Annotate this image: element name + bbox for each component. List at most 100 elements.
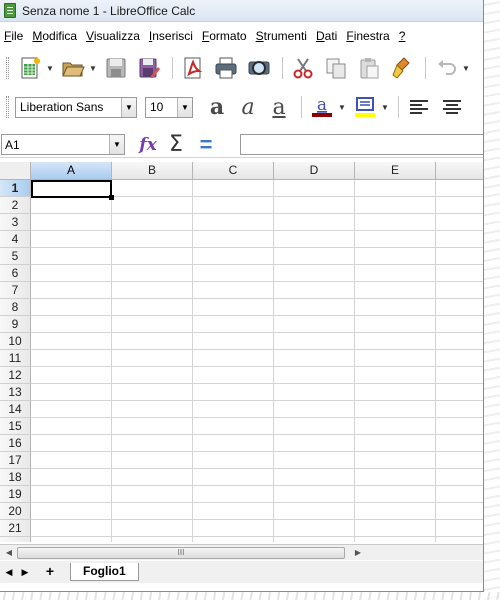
column-header[interactable]: B	[112, 162, 193, 180]
font-color-dropdown-arrow[interactable]: ▼	[338, 103, 346, 112]
horizontal-scrollbar[interactable]: ◀ III ▶	[0, 544, 483, 560]
font-name-value[interactable]: Liberation Sans	[16, 100, 121, 114]
menu-help[interactable]: ?	[399, 29, 406, 43]
copy-icon[interactable]	[321, 54, 351, 82]
toolbar-grip[interactable]	[6, 96, 9, 118]
new-dropdown-arrow[interactable]: ▼	[46, 64, 54, 73]
torn-edge-bottom	[0, 592, 500, 600]
scroll-thumb[interactable]: III	[17, 547, 345, 559]
row-header[interactable]	[0, 537, 31, 542]
row-header[interactable]: 4	[0, 231, 31, 248]
menu-file[interactable]: File	[4, 29, 23, 43]
save-icon[interactable]	[101, 54, 131, 82]
menu-modifica[interactable]: Modifica	[32, 29, 77, 43]
cut-icon[interactable]	[288, 54, 318, 82]
new-spreadsheet-icon[interactable]	[15, 54, 45, 82]
scroll-right-icon[interactable]: ▶	[352, 547, 364, 559]
scroll-left-icon[interactable]: ◀	[3, 547, 15, 559]
save-as-icon[interactable]	[134, 54, 164, 82]
cell-area[interactable]	[31, 180, 483, 542]
add-sheet-icon[interactable]: +	[42, 564, 58, 580]
open-dropdown-arrow[interactable]: ▼	[89, 64, 97, 73]
undo-icon[interactable]	[431, 54, 461, 82]
print-preview-icon[interactable]	[244, 54, 274, 82]
toolbar-grip[interactable]	[6, 57, 9, 79]
row-header[interactable]: 10	[0, 333, 31, 350]
column-header[interactable]: C	[193, 162, 274, 180]
row-header[interactable]: 9	[0, 316, 31, 333]
row-header[interactable]: 6	[0, 265, 31, 282]
menu-visualizza[interactable]: Visualizza	[86, 29, 140, 43]
torn-edge-right	[484, 0, 500, 600]
row-header[interactable]: 7	[0, 282, 31, 299]
toolbar-separator	[172, 57, 173, 79]
align-left-icon[interactable]	[404, 93, 434, 121]
column-headers: A B C D E	[31, 162, 483, 180]
row-header[interactable]: 20	[0, 503, 31, 520]
highlight-color-icon[interactable]	[350, 93, 380, 121]
column-header[interactable]: A	[31, 162, 112, 180]
row-header[interactable]: 2	[0, 197, 31, 214]
print-icon[interactable]	[211, 54, 241, 82]
font-size-combo[interactable]: 10 ▼	[145, 96, 193, 118]
column-header[interactable]	[436, 162, 483, 180]
row-header[interactable]: 1	[0, 180, 31, 197]
spreadsheet-grid: A B C D E 1 2 3 4 5 6 7 8 9 10 11 12 13 …	[0, 162, 483, 542]
chevron-down-icon[interactable]: ▼	[177, 97, 192, 117]
chevron-down-icon[interactable]: ▼	[121, 97, 136, 117]
toolbar-separator	[398, 96, 399, 118]
toolbar-separator	[282, 57, 283, 79]
menu-inserisci[interactable]: Inserisci	[149, 29, 193, 43]
function-wizard-icon[interactable]: fx	[135, 133, 161, 157]
column-header[interactable]: E	[355, 162, 436, 180]
bold-icon[interactable]: a	[203, 93, 231, 121]
row-header[interactable]: 12	[0, 367, 31, 384]
prev-sheet-icon[interactable]: ◀	[2, 564, 16, 580]
menu-finestra[interactable]: Finestra	[346, 29, 389, 43]
row-headers: 1 2 3 4 5 6 7 8 9 10 11 12 13 14 15 16 1…	[0, 180, 31, 542]
svg-text:a: a	[317, 95, 327, 115]
align-center-icon[interactable]	[437, 93, 467, 121]
row-header[interactable]: 11	[0, 350, 31, 367]
row-header[interactable]: 14	[0, 401, 31, 418]
font-color-icon[interactable]: a	[307, 93, 337, 121]
sum-icon[interactable]: Σ	[163, 132, 189, 157]
title-bar: Senza nome 1 - LibreOffice Calc	[0, 0, 483, 22]
row-header[interactable]: 16	[0, 435, 31, 452]
toolbar-separator	[301, 96, 302, 118]
font-name-combo[interactable]: Liberation Sans ▼	[15, 96, 137, 118]
column-header[interactable]: D	[274, 162, 355, 180]
name-box[interactable]: A1 ▼	[1, 134, 125, 155]
underline-icon[interactable]: a	[265, 93, 293, 121]
highlight-dropdown-arrow[interactable]: ▼	[381, 103, 389, 112]
row-header[interactable]: 19	[0, 486, 31, 503]
clone-formatting-icon[interactable]	[387, 54, 417, 82]
export-pdf-icon[interactable]	[178, 54, 208, 82]
paste-icon[interactable]	[354, 54, 384, 82]
font-size-value[interactable]: 10	[146, 100, 177, 114]
open-folder-icon[interactable]	[58, 54, 88, 82]
row-header[interactable]: 13	[0, 384, 31, 401]
libreoffice-calc-window: Senza nome 1 - LibreOffice Calc File Mod…	[0, 0, 484, 592]
active-cell-cursor[interactable]	[31, 180, 114, 200]
undo-dropdown-arrow[interactable]: ▼	[462, 64, 470, 73]
sheet-tab-bar: ◀ ▶ + Foglio1	[0, 561, 483, 583]
next-sheet-icon[interactable]: ▶	[18, 564, 32, 580]
row-header[interactable]: 3	[0, 214, 31, 231]
row-header[interactable]: 21	[0, 520, 31, 537]
chevron-down-icon[interactable]: ▼	[109, 135, 124, 154]
formula-input[interactable]	[240, 134, 483, 155]
menu-dati[interactable]: Dati	[316, 29, 337, 43]
formula-icon[interactable]: =	[193, 132, 219, 157]
row-header[interactable]: 17	[0, 452, 31, 469]
cell-reference[interactable]: A1	[2, 138, 109, 152]
italic-icon[interactable]: a	[234, 93, 262, 121]
row-header[interactable]: 18	[0, 469, 31, 486]
select-all-corner[interactable]	[0, 162, 31, 180]
row-header[interactable]: 15	[0, 418, 31, 435]
menu-strumenti[interactable]: Strumenti	[256, 29, 307, 43]
menu-formato[interactable]: Formato	[202, 29, 247, 43]
sheet-tab[interactable]: Foglio1	[70, 563, 139, 581]
row-header[interactable]: 8	[0, 299, 31, 316]
row-header[interactable]: 5	[0, 248, 31, 265]
